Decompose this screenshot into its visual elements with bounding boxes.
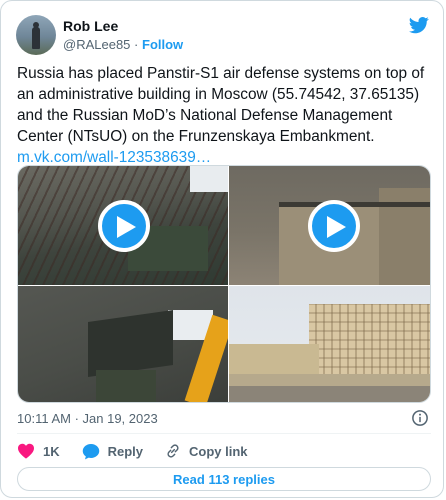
twitter-bird-icon[interactable] (408, 15, 430, 35)
play-icon[interactable] (98, 200, 150, 252)
media-grid (17, 165, 431, 403)
author-name[interactable]: Rob Lee (63, 17, 118, 35)
photo-2-wall (229, 386, 430, 402)
video-1-thumbnail-van (190, 166, 228, 192)
tweet-body: Russia has placed Panstir-S1 air defense… (17, 63, 433, 168)
photo-1-truck (88, 310, 173, 377)
tweet-card: Rob Lee @RALee85 · Follow Russia has pla… (0, 0, 444, 498)
media-photo-1[interactable] (18, 286, 228, 402)
like-button[interactable]: 1K (17, 443, 60, 459)
copy-link-button[interactable]: Copy link (165, 443, 248, 459)
handle-separator: · (134, 37, 139, 52)
author-handle[interactable]: @RALee85 (63, 37, 130, 52)
avatar[interactable] (16, 15, 56, 55)
tweet-text: Russia has placed Panstir-S1 air defense… (17, 65, 425, 145)
media-video-1[interactable] (18, 166, 228, 285)
play-icon[interactable] (308, 200, 360, 252)
media-video-2[interactable] (229, 166, 430, 285)
reply-bubble-icon (82, 443, 99, 459)
info-icon[interactable] (411, 409, 429, 427)
avatar-figure (32, 27, 40, 49)
author-handle-row: @RALee85 · Follow (63, 36, 183, 53)
photo-1-vehicle (96, 370, 156, 402)
reply-button[interactable]: Reply (82, 443, 143, 460)
video-2-thumbnail-rooftop (279, 202, 430, 207)
reply-label: Reply (107, 443, 144, 459)
read-replies-button[interactable]: Read 113 replies (17, 467, 431, 491)
action-bar: 1K Reply Copy link (17, 441, 270, 461)
tweet-link[interactable]: m.vk.com/wall-123538639… (17, 149, 211, 166)
heart-icon (18, 443, 34, 459)
media-photo-2[interactable] (229, 286, 430, 402)
photo-2-main-building (309, 304, 430, 384)
divider (17, 433, 431, 434)
copy-link-label: Copy link (189, 443, 248, 459)
link-icon (167, 444, 179, 458)
like-count: 1K (43, 443, 60, 459)
follow-button[interactable]: Follow (142, 37, 183, 52)
tweet-timestamp[interactable]: 10:11 AM · Jan 19, 2023 (17, 411, 158, 427)
